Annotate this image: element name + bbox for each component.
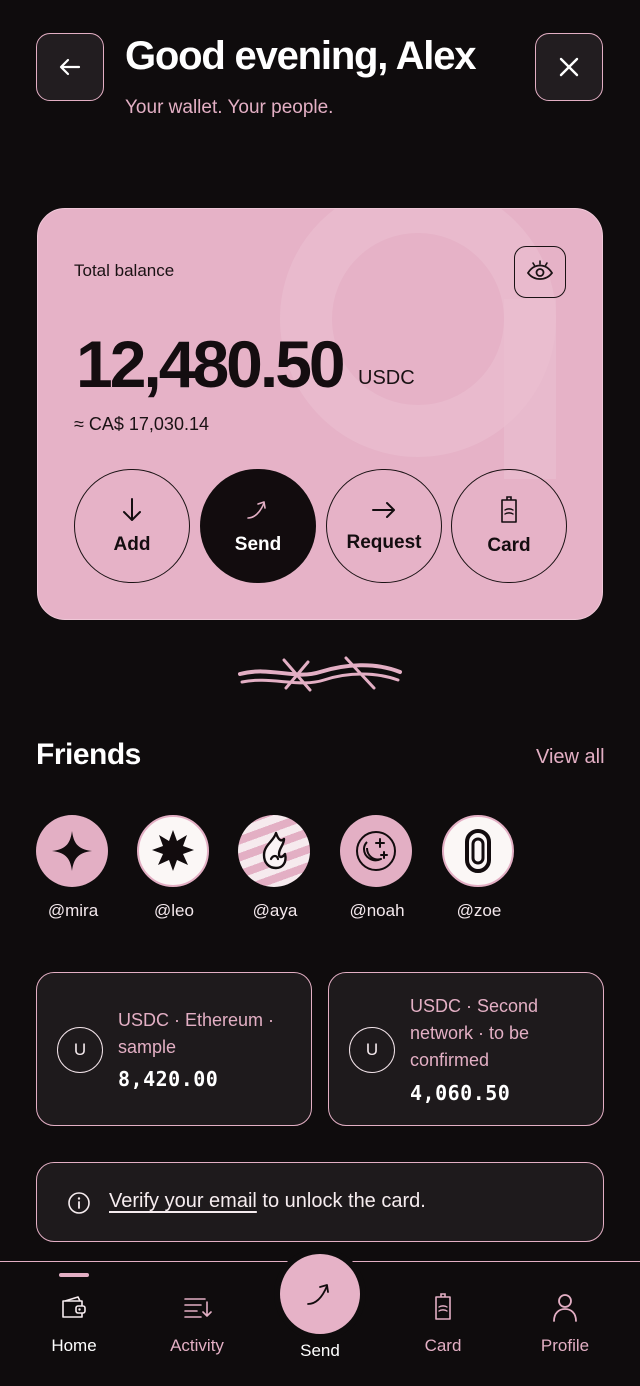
info-icon [68,1192,90,1214]
friend-handle: @noah [349,901,405,920]
request-label: Request [346,532,422,553]
wallet-amount: 8,420.00 [118,1067,219,1091]
send-arrow-icon [307,1284,329,1305]
arrow-left-icon [59,58,81,76]
avatar [238,815,310,887]
tab-label: Home [51,1336,97,1355]
card-icon [501,496,517,523]
tab-label: Activity [170,1336,224,1355]
card-label: Card [487,535,531,556]
wallet-card-second-network[interactable]: U USDC · Second network · to be confirme… [328,972,604,1126]
add-button[interactable]: Add [74,469,190,583]
tagline: Your wallet. Your people. [125,97,334,118]
verify-email-banner: Verify your email to unlock the card. [36,1162,604,1242]
wallet-amount: 4,060.50 [410,1081,511,1105]
active-tab-indicator [59,1273,89,1277]
person-icon [553,1294,577,1322]
tab-home[interactable]: Home [19,1262,129,1372]
friend-handle: @aya [252,901,298,920]
tab-card[interactable]: Card [388,1262,498,1372]
friend-noah[interactable]: @noah [340,815,414,921]
avatar [340,815,412,887]
back-button[interactable] [36,33,104,101]
toggle-visibility-button[interactable] [514,246,566,298]
arrow-down-icon [123,498,141,521]
wallet-title: USDC · Second network · to be confirmed [410,996,539,1070]
friend-leo[interactable]: @leo [137,815,211,921]
avatar [36,815,108,887]
card-icon [435,1293,451,1320]
friend-aya[interactable]: @aya [238,815,312,921]
verify-email-link[interactable]: Verify your email [109,1190,257,1212]
tab-label: Card [424,1336,462,1355]
tab-label: Profile [540,1336,590,1355]
card-button[interactable]: Card [451,469,567,583]
tab-activity[interactable]: Activity [142,1262,252,1372]
wallet-title: USDC · Ethereum · sample [118,1010,275,1057]
balance-amount: 12,480.50 [76,327,346,401]
friend-handle: @mira [47,901,99,920]
send-label: Send [234,534,282,555]
wallet-icon [62,1296,86,1318]
fiat-equivalent: ≈ CA$ 17,030.14 [74,414,209,434]
tab-label-send: Send [300,1341,340,1360]
total-balance-label: Total balance [74,261,175,280]
avatar [137,815,209,887]
friend-zoe[interactable]: @zoe [442,815,516,921]
scribble-divider-icon [238,656,402,692]
sparkle-icon [52,831,92,871]
balance-card: Total balance 12,480.50 USDC ≈ CA$ 17,03… [37,208,603,620]
usdc-badge: U [349,1027,395,1073]
friend-handle: @leo [154,901,194,920]
close-icon [559,57,579,77]
usdc-badge: U [57,1027,103,1073]
send-arrow-icon [247,501,266,519]
loop-icon [465,829,491,873]
arrow-right-icon [372,502,395,518]
eye-icon [526,260,554,280]
activity-list-icon [184,1298,212,1318]
friend-mira[interactable]: @mira [36,815,110,921]
friend-handle: @zoe [456,901,502,920]
send-button[interactable]: Send [200,469,316,583]
balance-unit: USDC [358,367,415,389]
friends-title: Friends [36,738,141,771]
add-label: Add [113,534,151,555]
starburst-icon [152,830,194,871]
tab-send-fab[interactable] [280,1254,360,1334]
tab-profile[interactable]: Profile [510,1262,620,1372]
request-button[interactable]: Request [326,469,442,583]
wallet-card-ethereum[interactable]: U USDC · Ethereum · sample 8,420.00 [36,972,312,1126]
verify-email-text: to unlock the card. [256,1190,426,1212]
view-all-link[interactable]: View all [536,746,605,769]
moon-stars-icon [356,831,396,871]
close-button[interactable] [535,33,603,101]
greeting-title: Good evening, Alex [125,34,477,78]
avatar [442,815,514,887]
flame-icon [262,831,287,870]
